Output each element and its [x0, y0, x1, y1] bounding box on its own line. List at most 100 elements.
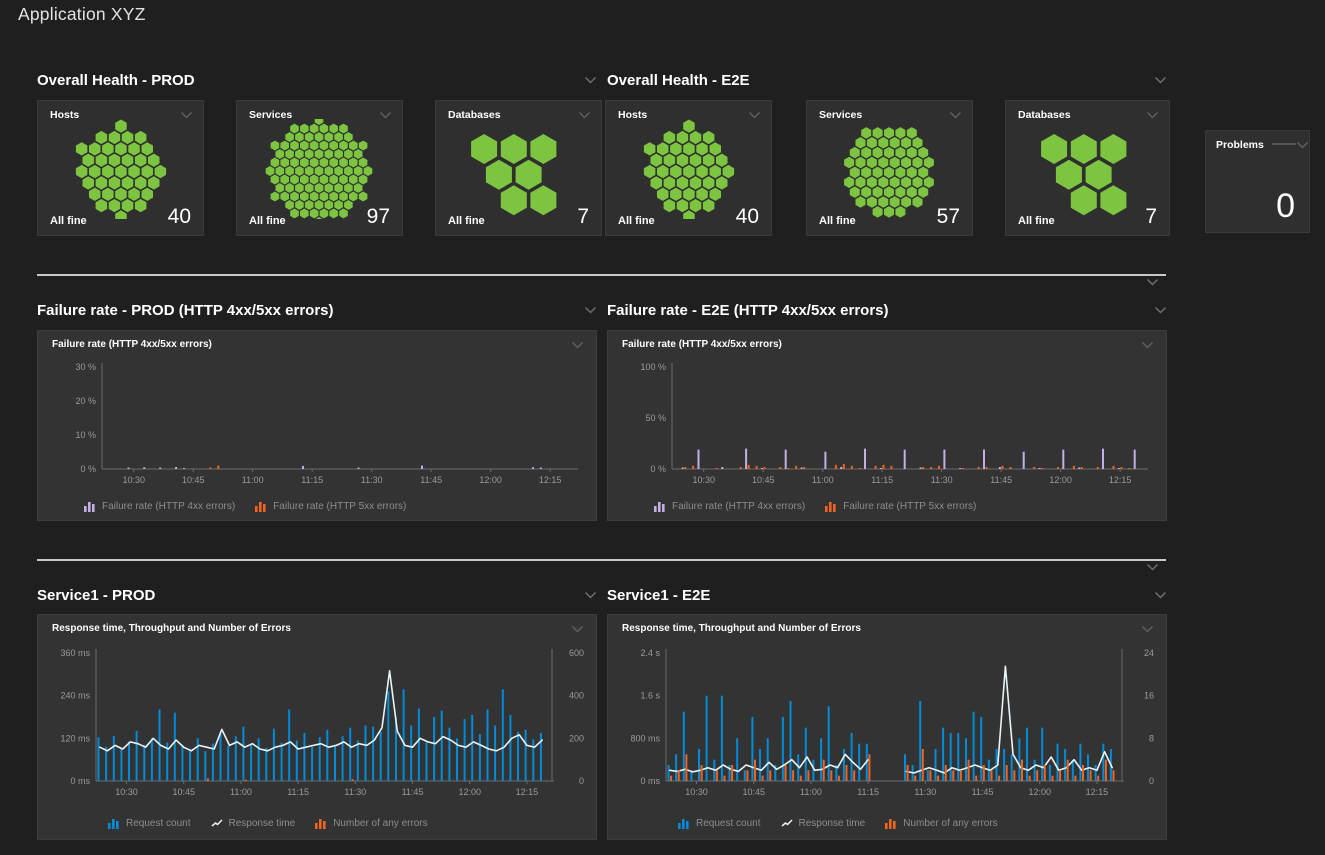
svg-text:10:45: 10:45	[172, 787, 195, 797]
chevron-down-icon[interactable]	[584, 306, 597, 314]
chevron-down-icon[interactable]	[571, 625, 584, 633]
section-divider	[37, 559, 1166, 561]
svg-text:20 %: 20 %	[75, 396, 96, 406]
health-tile-databases-prod[interactable]: Databases All fine 7	[435, 100, 602, 236]
svg-text:12:15: 12:15	[1086, 787, 1109, 797]
legend-label: Failure rate (HTTP 4xx errors)	[102, 501, 235, 512]
legend-item[interactable]: Number of any errors	[315, 818, 427, 829]
svg-text:11:15: 11:15	[857, 787, 879, 797]
line-series-icon	[211, 818, 224, 829]
legend-label: Request count	[696, 818, 761, 829]
section-header-failure-e2e: Failure rate - E2E (HTTP 4xx/5xx errors)	[607, 300, 1177, 320]
health-tile-services-e2e[interactable]: Services All fine 57	[806, 100, 973, 236]
tile-status: All fine	[1018, 215, 1055, 227]
svg-text:8: 8	[1149, 733, 1154, 743]
svg-text:11:15: 11:15	[287, 787, 309, 797]
failure-rate-chart-e2e[interactable]: 0 %50 %100 %10:3010:4511:0011:1511:3011:…	[616, 357, 1160, 493]
tile-count: 97	[367, 206, 390, 227]
svg-text:50 %: 50 %	[645, 413, 666, 423]
svg-text:10:30: 10:30	[122, 475, 145, 485]
chevron-down-icon[interactable]	[1146, 111, 1159, 119]
svg-text:30 %: 30 %	[75, 362, 96, 372]
svg-text:11:30: 11:30	[344, 787, 366, 797]
chevron-down-icon[interactable]	[949, 111, 962, 119]
svg-text:240 ms: 240 ms	[60, 691, 90, 701]
legend-item[interactable]: Failure rate (HTTP 4xx errors)	[654, 501, 805, 512]
legend-label: Request count	[126, 818, 191, 829]
bar-series-icon	[654, 501, 667, 512]
svg-text:10:30: 10:30	[115, 787, 138, 797]
section-title: Failure rate - PROD (HTTP 4xx/5xx errors…	[37, 302, 334, 319]
svg-text:11:15: 11:15	[301, 475, 323, 485]
chevron-down-icon[interactable]	[1141, 341, 1154, 349]
hexagon-cluster	[807, 119, 972, 219]
legend-item[interactable]: Number of any errors	[885, 818, 997, 829]
problems-count: 0	[1276, 187, 1295, 226]
chevron-down-icon[interactable]	[578, 111, 591, 119]
bar-series-icon	[108, 818, 121, 829]
health-tile-services-prod[interactable]: Services All fine 97	[236, 100, 403, 236]
svg-text:16: 16	[1144, 691, 1154, 701]
svg-text:11:00: 11:00	[242, 475, 264, 485]
hexagon-cluster	[237, 119, 402, 219]
chart-title: Response time, Throughput and Number of …	[52, 623, 291, 634]
section-title: Failure rate - E2E (HTTP 4xx/5xx errors)	[607, 302, 889, 319]
svg-text:100 %: 100 %	[640, 362, 666, 372]
chevron-down-icon[interactable]	[180, 111, 193, 119]
chart-legend: Request count Response time Number of any …	[108, 818, 428, 829]
bar-series-icon	[315, 818, 328, 829]
legend-item[interactable]: Failure rate (HTTP 5xx errors)	[255, 501, 406, 512]
health-tile-hosts-e2e[interactable]: Hosts All fine 40	[605, 100, 772, 236]
bar-series-icon	[84, 501, 97, 512]
legend-item[interactable]: Request count	[108, 818, 191, 829]
chevron-down-icon[interactable]	[584, 591, 597, 599]
chevron-down-icon[interactable]	[1154, 306, 1167, 314]
legend-item[interactable]: Response time	[781, 818, 866, 829]
chevron-down-icon[interactable]	[748, 111, 761, 119]
failure-rate-chart-prod[interactable]: 0 %10 %20 %30 %10:3010:4511:0011:1511:30…	[46, 357, 590, 493]
svg-text:0 ms: 0 ms	[70, 776, 90, 786]
section-header-health-e2e: Overall Health - E2E	[607, 70, 1177, 90]
tile-status: All fine	[819, 215, 856, 227]
legend-label: Response time	[799, 818, 866, 829]
health-tile-databases-e2e[interactable]: Databases All fine 7	[1005, 100, 1170, 236]
chevron-down-icon[interactable]	[571, 341, 584, 349]
chart-tile-failure-prod[interactable]: Failure rate (HTTP 4xx/5xx errors) 0 %10…	[37, 330, 597, 521]
hexagon-cluster	[1006, 119, 1171, 219]
chevron-down-icon[interactable]	[379, 111, 392, 119]
problems-tile[interactable]: Problems 0	[1205, 130, 1310, 233]
legend-label: Failure rate (HTTP 4xx errors)	[672, 501, 805, 512]
legend-label: Failure rate (HTTP 5xx errors)	[273, 501, 406, 512]
svg-text:11:00: 11:00	[230, 787, 252, 797]
service-chart-e2e[interactable]: 0 ms800 ms1.6 s2.4 s08162410:3010:4511:0…	[616, 641, 1160, 809]
legend-item[interactable]: Request count	[678, 818, 761, 829]
hexagon-cluster	[606, 119, 771, 219]
chart-legend: Failure rate (HTTP 4xx errors) Failure ra…	[654, 501, 976, 512]
chart-tile-service-prod[interactable]: Response time, Throughput and Number of …	[37, 614, 597, 840]
tile-status: All fine	[448, 215, 485, 227]
line-series-icon	[781, 818, 794, 829]
chevron-down-icon[interactable]	[584, 76, 597, 84]
svg-text:11:30: 11:30	[361, 475, 383, 485]
chart-tile-failure-e2e[interactable]: Failure rate (HTTP 4xx/5xx errors) 0 %50…	[607, 330, 1167, 521]
chevron-down-icon[interactable]	[1154, 76, 1167, 84]
svg-text:11:00: 11:00	[812, 475, 834, 485]
chevron-down-icon[interactable]	[1154, 591, 1167, 599]
chevron-down-icon[interactable]	[1146, 278, 1159, 286]
svg-text:360 ms: 360 ms	[60, 648, 90, 658]
legend-item[interactable]: Failure rate (HTTP 4xx errors)	[84, 501, 235, 512]
svg-text:11:45: 11:45	[402, 787, 424, 797]
chart-tile-service-e2e[interactable]: Response time, Throughput and Number of …	[607, 614, 1167, 840]
service-chart-prod[interactable]: 0 ms120 ms240 ms360 ms020040060010:3010:…	[46, 641, 590, 809]
chevron-down-icon[interactable]	[1296, 141, 1309, 149]
legend-item[interactable]: Response time	[211, 818, 296, 829]
svg-text:12:00: 12:00	[1049, 475, 1072, 485]
chevron-down-icon[interactable]	[1141, 625, 1154, 633]
tile-count: 7	[1145, 206, 1157, 227]
bar-series-icon	[885, 818, 898, 829]
chevron-down-icon[interactable]	[1146, 563, 1159, 571]
legend-item[interactable]: Failure rate (HTTP 5xx errors)	[825, 501, 976, 512]
svg-text:800 ms: 800 ms	[630, 733, 660, 743]
svg-text:2.4 s: 2.4 s	[640, 648, 660, 658]
health-tile-hosts-prod[interactable]: Hosts All fine 40	[37, 100, 204, 236]
